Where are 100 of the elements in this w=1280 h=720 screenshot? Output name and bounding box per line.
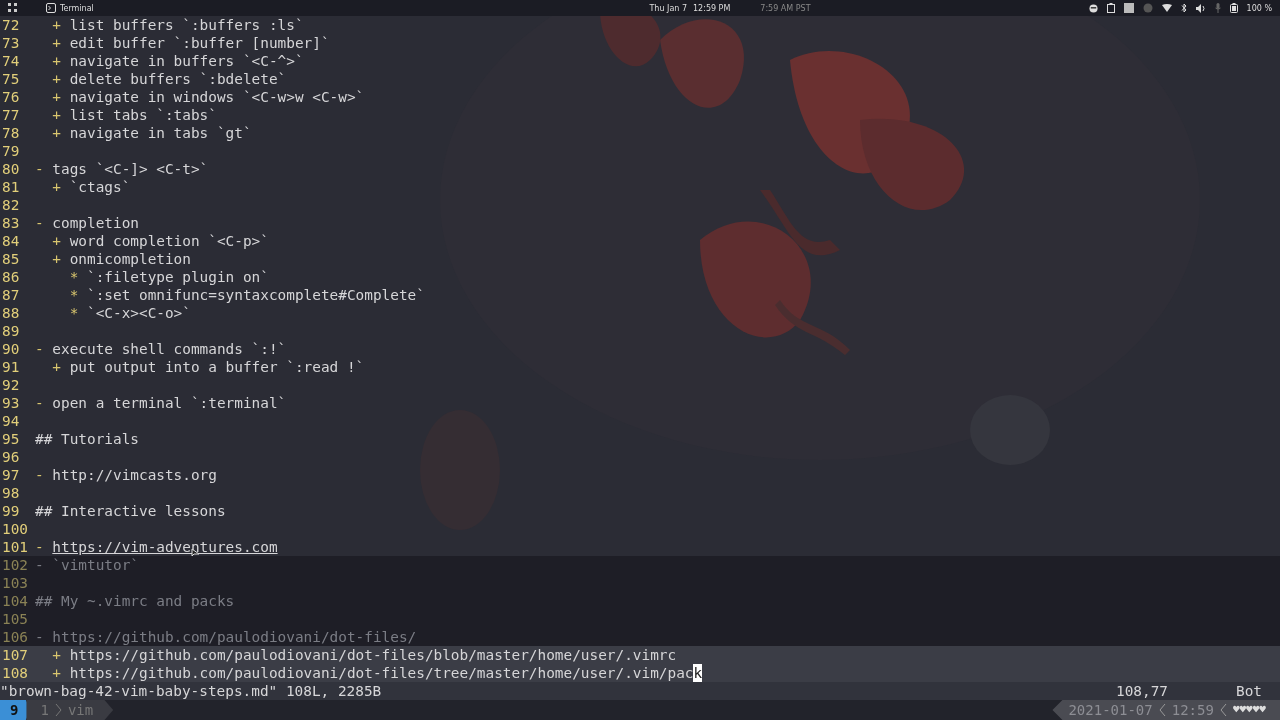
wifi-icon[interactable] — [1161, 4, 1172, 12]
line-number: 108 — [1, 664, 29, 682]
line-number: 104 — [1, 592, 29, 610]
line-number: 76 — [1, 88, 21, 106]
line-number: 85 — [1, 250, 21, 268]
list-marker: + — [51, 250, 61, 268]
code-text: `<C-x><C-o>` — [87, 304, 191, 322]
code-text: `:set omnifunc=syntaxcomplete#Complete` — [87, 286, 425, 304]
chevron-icon — [54, 703, 62, 717]
line-number: 97 — [1, 466, 21, 484]
line-number: 99 — [1, 502, 21, 520]
status-message: "brown-bag-42-vim-baby-steps.md" 108L, 2285B — [0, 682, 383, 700]
list-marker: - — [35, 628, 44, 646]
list-marker: - — [35, 556, 44, 574]
list-marker: - — [35, 214, 44, 232]
list-marker: * — [68, 304, 79, 322]
line-number: 96 — [1, 448, 21, 466]
list-marker: - — [35, 466, 44, 484]
code-text: navigate in tabs `gt` — [69, 124, 252, 142]
battery-icon[interactable] — [1229, 3, 1238, 13]
list-marker: + — [51, 106, 61, 124]
list-marker: * — [68, 286, 79, 304]
code-text: list tabs `:tabs` — [69, 106, 217, 124]
code-text: ## My ~.vimrc and packs — [35, 592, 235, 610]
code-text: https://github.com/paulodiovani/dot-files/tree/master/home/user/.vim/pac — [69, 664, 694, 682]
code-text: delete buffers `:bdelete` — [69, 70, 287, 88]
speaker-icon[interactable] — [1195, 3, 1206, 13]
list-marker: + — [51, 124, 61, 142]
link[interactable]: https://vim-adventures.com — [52, 538, 278, 556]
code-text: ## Interactive lessons — [35, 502, 226, 520]
list-marker: + — [51, 52, 61, 70]
code-text: tags `<C-]> <C-t>` — [52, 160, 209, 178]
time-text: 12:59 — [1171, 701, 1214, 720]
line-number: 80 — [1, 160, 21, 178]
code-text: open a terminal `:terminal` — [52, 394, 287, 412]
line-number: 89 — [1, 322, 21, 340]
list-marker: + — [51, 358, 61, 376]
battery-percentage[interactable]: 100 % — [1246, 3, 1272, 13]
list-marker: + — [51, 646, 61, 664]
line-number: 90 — [1, 340, 21, 358]
code-text: put output into a buffer `:read !` — [69, 358, 365, 376]
code-text: navigate in windows `<C-w>w <C-w>` — [69, 88, 365, 106]
code-text: execute shell commands `:!` — [52, 340, 287, 358]
line-number: 94 — [1, 412, 21, 430]
line-number: 79 — [1, 142, 21, 160]
square-icon[interactable] — [1123, 3, 1134, 13]
date-text: 2021-01-07 — [1068, 701, 1153, 720]
line-number: 77 — [1, 106, 21, 124]
terminal-icon — [46, 3, 56, 13]
list-marker: - — [35, 394, 44, 412]
code-text: `:filetype plugin on` — [87, 268, 269, 286]
line-number: 83 — [1, 214, 21, 232]
code-text: navigate in buffers `<C-^>` — [69, 52, 304, 70]
world-clock-label: 7:59 AM PST — [760, 3, 811, 13]
code-text: `vimtutor` — [52, 556, 139, 574]
line-number: 106 — [1, 628, 29, 646]
code-text: onmicompletion — [69, 250, 191, 268]
line-number: 88 — [1, 304, 21, 322]
list-marker: + — [51, 70, 61, 88]
line-number: 95 — [1, 430, 21, 448]
list-marker: - — [35, 538, 44, 556]
clipboard-icon[interactable] — [1106, 3, 1115, 13]
list-marker: - — [35, 160, 44, 178]
line-number: 101 — [1, 538, 29, 556]
line-number: 73 — [1, 34, 21, 52]
text-cursor: k — [693, 664, 703, 682]
line-number: 98 — [1, 484, 21, 502]
line-number: 105 — [1, 610, 29, 628]
code-text: ## Tutorials — [35, 430, 139, 448]
list-marker: * — [68, 268, 79, 286]
list-marker: - — [35, 340, 44, 358]
line-number: 107 — [1, 646, 29, 664]
app-grid-icon[interactable] — [8, 3, 18, 13]
line-number: 74 — [1, 52, 21, 70]
code-text: https://github.com/paulodiovani/dot-files/ — [52, 628, 417, 646]
line-number: 84 — [1, 232, 21, 250]
code-text: https://github.com/paulodiovani/dot-files/blob/master/home/user/.vimrc — [69, 646, 677, 664]
line-number: 75 — [1, 70, 21, 88]
line-number: 72 — [1, 16, 21, 34]
code-text: completion — [52, 214, 139, 232]
code-text: list buffers `:buffers :ls` — [69, 16, 304, 34]
code-text: `ctags` — [69, 178, 131, 196]
line-number: 86 — [1, 268, 21, 286]
clock-label[interactable]: 12:59 PM — [693, 3, 731, 13]
app-name[interactable]: Terminal — [60, 3, 94, 13]
chevron-icon — [1158, 703, 1166, 717]
line-number: 78 — [1, 124, 21, 142]
microphone-icon[interactable] — [1214, 3, 1221, 13]
line-number: 93 — [1, 394, 21, 412]
battery-hearts: ♥♥♥♥♥ — [1232, 702, 1266, 718]
line-number: 102 — [1, 556, 29, 574]
chevron-icon — [1219, 703, 1227, 717]
scroll-position: Bot — [1236, 682, 1262, 700]
line-number: 81 — [1, 178, 21, 196]
line-number: 103 — [1, 574, 29, 592]
bluetooth-icon[interactable] — [1180, 3, 1187, 13]
date-label[interactable]: Thu Jan 7 — [649, 3, 687, 13]
line-number: 100 — [1, 520, 29, 538]
line-number: 92 — [1, 376, 21, 394]
line-number: 82 — [1, 196, 21, 214]
